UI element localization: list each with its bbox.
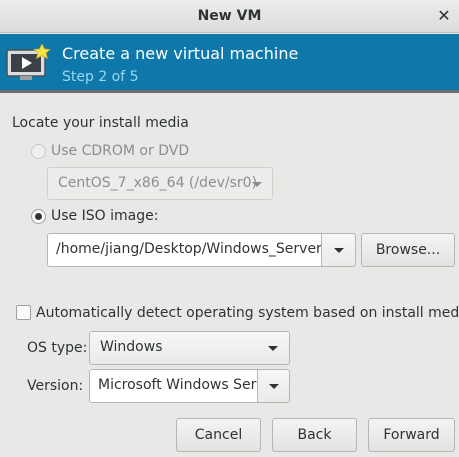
os-type-label: OS type:	[27, 340, 88, 356]
install-media-label: Locate your install media	[12, 115, 189, 131]
os-type-value: Windows	[100, 339, 163, 355]
chevron-down-icon	[334, 248, 344, 253]
cdrom-radio[interactable]	[31, 144, 46, 159]
cdrom-option-label: Use CDROM or DVD	[51, 143, 190, 159]
back-button[interactable]: Back	[272, 418, 357, 452]
version-label: Version:	[27, 378, 84, 394]
chevron-down-icon	[252, 182, 262, 187]
cancel-button-label: Cancel	[194, 427, 243, 443]
version-dropdown[interactable]	[257, 369, 290, 403]
auto-detect-checkbox[interactable]	[16, 305, 31, 320]
forward-button[interactable]: Forward	[368, 418, 455, 452]
chevron-down-icon	[268, 346, 278, 351]
iso-path-input[interactable]: /home/jiang/Desktop/Windows_Server_2	[47, 233, 322, 267]
wizard-heading: Create a new virtual machine	[62, 44, 299, 63]
version-input[interactable]: Microsoft Windows Ser	[89, 369, 258, 403]
window-titlebar: New VM ✕	[0, 0, 459, 33]
os-type-select[interactable]: Windows	[89, 331, 290, 365]
iso-radio[interactable]	[31, 209, 46, 224]
window-title: New VM	[197, 8, 262, 24]
vm-icon	[6, 44, 51, 80]
iso-option-label: Use ISO image:	[51, 208, 159, 224]
auto-detect-label: Automatically detect operating system ba…	[36, 305, 459, 321]
wizard-header: Create a new virtual machine Step 2 of 5	[0, 34, 459, 93]
iso-path-value: /home/jiang/Desktop/Windows_Server_2	[56, 241, 322, 257]
forward-button-label: Forward	[383, 427, 440, 443]
cdrom-device-value: CentOS_7_x86_64 (/dev/sr0)	[58, 175, 258, 191]
back-button-label: Back	[297, 427, 332, 443]
wizard-step-indicator: Step 2 of 5	[62, 69, 139, 85]
iso-history-dropdown[interactable]	[321, 233, 356, 267]
version-value: Microsoft Windows Ser	[98, 377, 257, 393]
browse-button-label: Browse...	[375, 242, 441, 258]
cdrom-device-select[interactable]: CentOS_7_x86_64 (/dev/sr0)	[47, 167, 273, 200]
chevron-down-icon	[269, 384, 279, 389]
close-icon[interactable]: ✕	[435, 6, 453, 26]
cancel-button[interactable]: Cancel	[176, 418, 261, 452]
browse-button[interactable]: Browse...	[361, 233, 455, 267]
